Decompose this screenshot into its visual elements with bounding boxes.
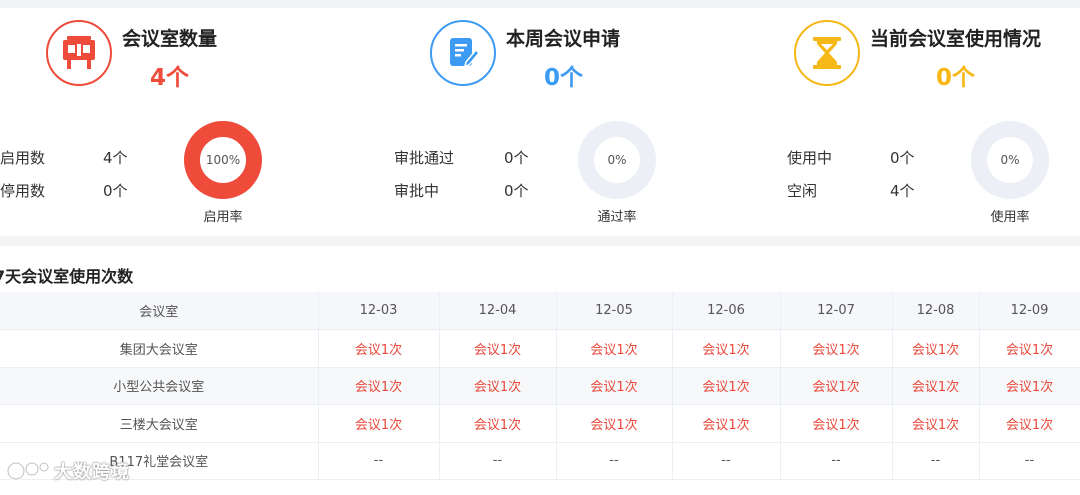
usage-cell: 会议1次 (672, 404, 781, 443)
donut-percent: 0% (1000, 153, 1020, 167)
stat-weekly-applications: 本周会议申请 0个 审批通过 0个 审批中 0个 0% 通过率 (360, 8, 720, 236)
approval-rate-donut: 0% (577, 120, 657, 200)
table-row: 三楼大会议室 会议1次 会议1次 会议1次 会议1次 会议1次 会议1次 会议1… (0, 404, 1080, 443)
column-header: 12-06 (672, 292, 781, 330)
donut-caption: 使用率 (990, 210, 1030, 225)
usage-cell: 会议1次 (780, 404, 893, 443)
stat-count: 0个 (544, 65, 584, 91)
donut-percent: 0% (607, 153, 627, 167)
enable-rate-donut: 100% (183, 120, 263, 200)
donut-caption: 启用率 (203, 210, 243, 225)
usage-cell: 会议1次 (318, 404, 440, 443)
usage-cell: 会议1次 (892, 404, 980, 443)
edit-document-icon (430, 20, 496, 86)
usage-title: 7天会议室使用次数 (0, 267, 134, 286)
table-row: 集团大会议室 会议1次 会议1次 会议1次 会议1次 会议1次 会议1次 会议1… (0, 329, 1080, 368)
stat-title: 会议室数量 (122, 28, 218, 50)
meeting-room-icon (46, 20, 112, 86)
usage-cell: 会议1次 (318, 367, 440, 405)
stat-title: 当前会议室使用情况 (870, 28, 1042, 50)
usage-cell: 会议1次 (979, 404, 1080, 443)
row-label: 停用数 (0, 182, 46, 200)
row-value: 4个 (103, 149, 128, 167)
row-label: 使用中 (787, 149, 833, 167)
row-label: 启用数 (0, 149, 46, 167)
stats-panel: 会议室数量 4个 启用数 4个 停用数 0个 100% 启用率 本周会议申请 0… (0, 8, 1080, 236)
usage-cell: 会议1次 (556, 329, 673, 368)
room-name: 三楼大会议室 (0, 404, 319, 443)
usage-cell: -- (556, 442, 673, 480)
row-value: 0个 (103, 182, 128, 200)
row-value: 4个 (890, 182, 915, 200)
usage-cell: 会议1次 (556, 367, 673, 405)
brand-logo-icon (6, 461, 50, 481)
usage-cell: 会议1次 (780, 367, 893, 405)
row-value: 0个 (504, 149, 529, 167)
section-gap (0, 236, 1080, 246)
usage-cell: 会议1次 (979, 367, 1080, 405)
usage-cell: 会议1次 (318, 329, 440, 368)
usage-cell: -- (780, 442, 893, 480)
donut-caption: 通过率 (597, 210, 637, 225)
room-name: 集团大会议室 (0, 329, 319, 368)
hourglass-icon (794, 20, 860, 86)
row-label: 空闲 (787, 182, 818, 200)
top-strip (0, 0, 1080, 8)
watermark-text: 大数跨境 (54, 462, 130, 483)
table-header-row: 会议室 12-03 12-04 12-05 12-06 12-07 12-08 … (0, 292, 1080, 330)
usage-cell: 会议1次 (979, 329, 1080, 368)
table-row: B117礼堂会议室 -- -- -- -- -- -- -- (0, 442, 1080, 480)
row-label: 审批中 (394, 182, 440, 200)
usage-cell: 会议1次 (780, 329, 893, 368)
usage-cell: -- (672, 442, 781, 480)
column-header: 12-04 (439, 292, 557, 330)
column-header: 12-03 (318, 292, 440, 330)
usage-cell: -- (892, 442, 980, 480)
usage-cell: 会议1次 (892, 367, 980, 405)
usage-cell: 会议1次 (439, 329, 557, 368)
usage-cell: -- (318, 442, 440, 480)
column-header: 会议室 (0, 292, 319, 330)
row-label: 审批通过 (394, 149, 455, 167)
column-header: 12-07 (780, 292, 893, 330)
stat-count: 4个 (150, 65, 190, 91)
usage-section: 7天会议室使用次数 会议室 12-03 12-04 12-05 12-06 12… (0, 246, 1080, 495)
table-row: 小型公共会议室 会议1次 会议1次 会议1次 会议1次 会议1次 会议1次 会议… (0, 367, 1080, 405)
stat-current-usage: 当前会议室使用情况 0个 使用中 0个 空闲 4个 0% 使用率 (720, 8, 1080, 236)
row-value: 0个 (890, 149, 915, 167)
column-header: 12-09 (979, 292, 1080, 330)
usage-cell: 会议1次 (672, 329, 781, 368)
column-header: 12-05 (556, 292, 673, 330)
usage-cell: 会议1次 (556, 404, 673, 443)
watermark: 大数跨境 (6, 458, 130, 484)
usage-rate-donut: 0% (970, 120, 1050, 200)
room-name: 小型公共会议室 (0, 367, 319, 405)
usage-cell: 会议1次 (439, 367, 557, 405)
usage-cell: 会议1次 (892, 329, 980, 368)
stat-count: 0个 (936, 65, 976, 91)
usage-cell: -- (439, 442, 557, 480)
stat-room-count: 会议室数量 4个 启用数 4个 停用数 0个 100% 启用率 (0, 8, 360, 236)
column-header: 12-08 (892, 292, 980, 330)
usage-cell: 会议1次 (439, 404, 557, 443)
row-value: 0个 (504, 182, 529, 200)
donut-percent: 100% (205, 153, 241, 167)
usage-table: 会议室 12-03 12-04 12-05 12-06 12-07 12-08 … (0, 292, 1080, 480)
stat-title: 本周会议申请 (506, 28, 621, 50)
usage-cell: 会议1次 (672, 367, 781, 405)
usage-cell: -- (979, 442, 1080, 480)
